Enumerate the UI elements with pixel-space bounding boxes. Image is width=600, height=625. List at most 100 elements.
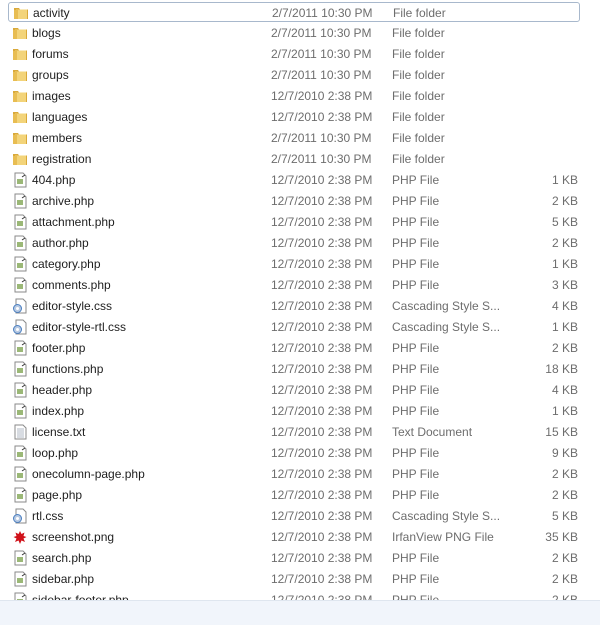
- file-list[interactable]: activity 2/7/2011 10:30 PM File folder blog…: [0, 2, 600, 600]
- folder-icon: [12, 67, 28, 83]
- file-name: images: [32, 89, 71, 103]
- file-row[interactable]: sidebar.php 12/7/2010 2:38 PM PHP File 2 KB: [8, 569, 580, 589]
- file-row[interactable]: members 2/7/2011 10:30 PM File folder: [8, 128, 580, 148]
- file-row[interactable]: comments.php 12/7/2010 2:38 PM PHP File 3 K…: [8, 275, 580, 295]
- file-row[interactable]: author.php 12/7/2010 2:38 PM PHP File 2 KB: [8, 233, 580, 253]
- php-file-icon: [12, 340, 28, 356]
- file-type: PHP File: [392, 551, 440, 565]
- file-date-modified: 2/7/2011 10:30 PM: [271, 47, 372, 61]
- file-type: PHP File: [392, 194, 440, 208]
- file-row[interactable]: forums 2/7/2011 10:30 PM File folder: [8, 44, 580, 64]
- file-date-modified: 12/7/2010 2:38 PM: [271, 572, 373, 586]
- file-date-modified: 12/7/2010 2:38 PM: [271, 467, 373, 481]
- css-file-icon: [12, 319, 28, 335]
- file-size: 18 KB: [545, 362, 578, 376]
- file-name: functions.php: [32, 362, 104, 376]
- file-row[interactable]: footer.php 12/7/2010 2:38 PM PHP File 2 KB: [8, 338, 580, 358]
- file-type: File folder: [392, 26, 445, 40]
- file-row[interactable]: page.php 12/7/2010 2:38 PM PHP File 2 KB: [8, 485, 580, 505]
- file-row[interactable]: loop.php 12/7/2010 2:38 PM PHP File 9 KB: [8, 443, 580, 463]
- php-file-icon: [12, 256, 28, 272]
- file-type: PHP File: [392, 383, 440, 397]
- file-size: 1 KB: [551, 404, 578, 418]
- file-date-modified: 2/7/2011 10:30 PM: [272, 6, 373, 20]
- file-type: IrfanView PNG File: [392, 530, 494, 544]
- file-date-modified: 12/7/2010 2:38 PM: [271, 173, 373, 187]
- file-row[interactable]: functions.php 12/7/2010 2:38 PM PHP File 18…: [8, 359, 580, 379]
- file-type: File folder: [392, 152, 445, 166]
- file-date-modified: 12/7/2010 2:38 PM: [271, 110, 373, 124]
- file-row[interactable]: registration 2/7/2011 10:30 PM File folder: [8, 149, 580, 169]
- file-row[interactable]: index.php 12/7/2010 2:38 PM PHP File 1 KB: [8, 401, 580, 421]
- file-row[interactable]: category.php 12/7/2010 2:38 PM PHP File 1 K…: [8, 254, 580, 274]
- file-name: rtl.css: [32, 509, 64, 523]
- file-type: File folder: [392, 110, 445, 124]
- file-date-modified: 12/7/2010 2:38 PM: [271, 488, 373, 502]
- file-size: 1 KB: [551, 173, 578, 187]
- file-row[interactable]: screenshot.png 12/7/2010 2:38 PM IrfanView…: [8, 527, 580, 547]
- file-date-modified: 2/7/2011 10:30 PM: [271, 26, 372, 40]
- file-date-modified: 12/7/2010 2:38 PM: [271, 215, 373, 229]
- file-name: onecolumn-page.php: [32, 467, 145, 481]
- file-type: PHP File: [392, 362, 440, 376]
- file-name: loop.php: [32, 446, 79, 460]
- file-type: PHP File: [392, 236, 440, 250]
- file-size: 1 KB: [551, 257, 578, 271]
- file-row[interactable]: archive.php 12/7/2010 2:38 PM PHP File 2 KB: [8, 191, 580, 211]
- file-name: editor-style.css: [32, 299, 113, 313]
- file-row[interactable]: languages 12/7/2010 2:38 PM File folder: [8, 107, 580, 127]
- file-name: screenshot.png: [32, 530, 115, 544]
- php-file-icon: [12, 487, 28, 503]
- file-row[interactable]: editor-style-rtl.css 12/7/2010 2:38 PM Cas…: [8, 317, 580, 337]
- file-type: PHP File: [392, 593, 440, 600]
- file-type: PHP File: [392, 467, 440, 481]
- file-row[interactable]: editor-style.css 12/7/2010 2:38 PM Cascadi…: [8, 296, 580, 316]
- php-file-icon: [12, 592, 28, 600]
- file-name: activity: [33, 6, 70, 20]
- file-size: 3 KB: [551, 278, 578, 292]
- file-size: 2 KB: [551, 236, 578, 250]
- file-type: PHP File: [392, 488, 440, 502]
- css-file-icon: [12, 508, 28, 524]
- file-name: category.php: [32, 257, 101, 271]
- file-type: PHP File: [392, 173, 440, 187]
- file-size: 5 KB: [551, 509, 578, 523]
- file-name: blogs: [32, 26, 61, 40]
- file-row[interactable]: onecolumn-page.php 12/7/2010 2:38 PM PHP F…: [8, 464, 580, 484]
- file-type: File folder: [392, 68, 445, 82]
- file-date-modified: 12/7/2010 2:38 PM: [271, 362, 373, 376]
- file-size: 2 KB: [551, 341, 578, 355]
- file-row[interactable]: activity 2/7/2011 10:30 PM File folder: [8, 2, 580, 22]
- file-row[interactable]: groups 2/7/2011 10:30 PM File folder: [8, 65, 580, 85]
- file-row[interactable]: rtl.css 12/7/2010 2:38 PM Cascading Style …: [8, 506, 580, 526]
- php-file-icon: [12, 445, 28, 461]
- file-type: File folder: [392, 131, 445, 145]
- file-row[interactable]: blogs 2/7/2011 10:30 PM File folder: [8, 23, 580, 43]
- file-row[interactable]: sidebar-footer.php 12/7/2010 2:38 PM PHP F…: [8, 590, 580, 600]
- file-name: members: [32, 131, 83, 145]
- file-size: 5 KB: [551, 215, 578, 229]
- file-date-modified: 12/7/2010 2:38 PM: [271, 236, 373, 250]
- file-row[interactable]: license.txt 12/7/2010 2:38 PM Text Documen…: [8, 422, 580, 442]
- file-size: 35 KB: [545, 530, 578, 544]
- file-row[interactable]: 404.php 12/7/2010 2:38 PM PHP File 1 KB: [8, 170, 580, 190]
- php-file-icon: [12, 403, 28, 419]
- file-date-modified: 12/7/2010 2:38 PM: [271, 446, 373, 460]
- file-row[interactable]: attachment.php 12/7/2010 2:38 PM PHP File 5…: [8, 212, 580, 232]
- file-name: languages: [32, 110, 88, 124]
- folder-icon: [12, 46, 28, 62]
- file-date-modified: 12/7/2010 2:38 PM: [271, 257, 373, 271]
- file-name: footer.php: [32, 341, 86, 355]
- file-date-modified: 12/7/2010 2:38 PM: [271, 194, 373, 208]
- php-file-icon: [12, 214, 28, 230]
- file-type: File folder: [392, 89, 445, 103]
- file-date-modified: 2/7/2011 10:30 PM: [271, 152, 372, 166]
- file-date-modified: 2/7/2011 10:30 PM: [271, 68, 372, 82]
- file-row[interactable]: header.php 12/7/2010 2:38 PM PHP File 4 KB: [8, 380, 580, 400]
- php-file-icon: [12, 550, 28, 566]
- folder-icon: [12, 88, 28, 104]
- file-row[interactable]: search.php 12/7/2010 2:38 PM PHP File 2 KB: [8, 548, 580, 568]
- file-date-modified: 12/7/2010 2:38 PM: [271, 404, 373, 418]
- file-date-modified: 12/7/2010 2:38 PM: [271, 509, 373, 523]
- file-row[interactable]: images 12/7/2010 2:38 PM File folder: [8, 86, 580, 106]
